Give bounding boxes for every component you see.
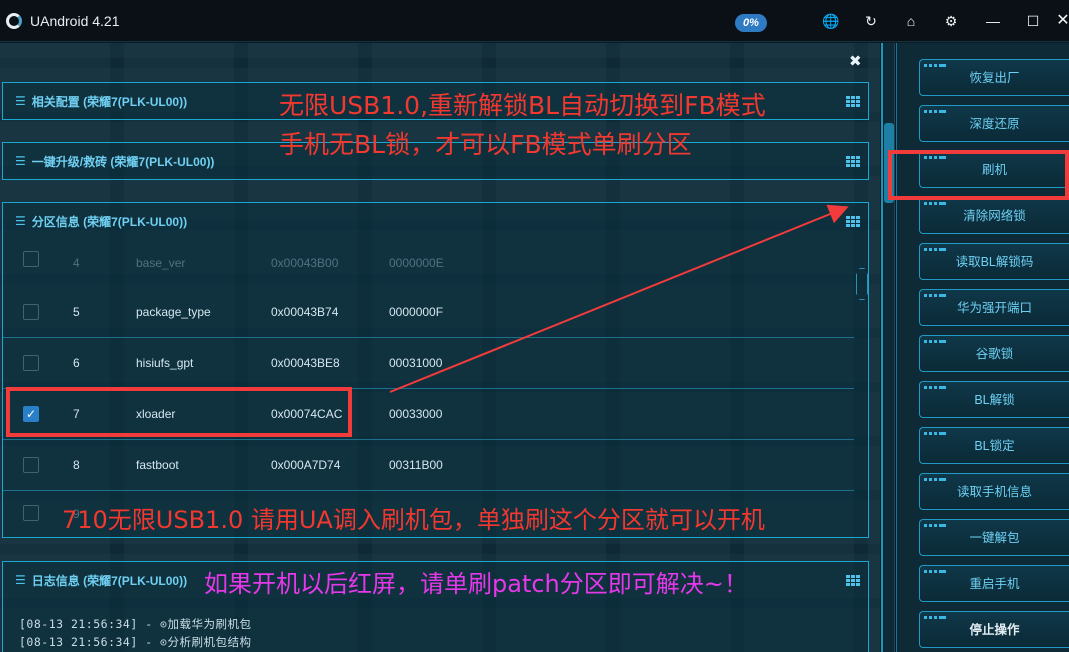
annotation-line-2: 手机无BL锁，才可以FB模式单刷分区 — [279, 130, 692, 159]
annotation-line-1: 无限USB1.0,重新解锁BL自动切换到FB模式 — [279, 91, 766, 120]
annotation-line-3: 710无限USB1.0 请用UA调入刷机包，单独刷这个分区就可以开机 — [62, 506, 765, 534]
annotation-line-4: 如果开机以后红屏，请单刷patch分区即可解决~！ — [204, 570, 748, 598]
